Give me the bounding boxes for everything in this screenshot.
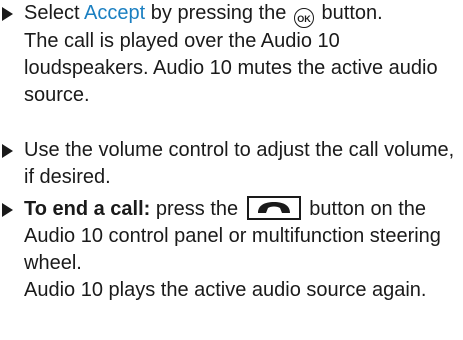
step-result-text: Audio 10 plays the active audio source a… [24,279,427,301]
bullet-arrow-icon [2,7,13,21]
step-accept-call: Select Accept by pressing the OK button.… [0,0,460,109]
manual-page: Select Accept by pressing the OK button.… [0,0,463,340]
step-end-call: To end a call: press the button on the A… [0,196,460,304]
step-text: Use the volume control to adjust the cal… [24,139,455,188]
step-text-pre: press the [150,198,244,220]
step-text-mid: by pressing the [145,2,292,24]
step-text: Select Accept by pressing the OK button.… [24,0,460,109]
step-text-pre: Select [24,2,85,24]
step-text: To end a call: press the button on the A… [24,196,460,304]
ok-button-icon: OK [293,8,314,28]
bullet-arrow-icon [2,144,13,158]
step-result-text: The call is played over the Audio 10 lou… [24,30,438,106]
step-heading: To end a call: [24,198,151,220]
step-text-post: button. [315,2,383,24]
end-call-phone-icon [246,196,301,220]
step-volume: Use the volume control to adjust the cal… [0,137,460,191]
accept-label: Accept [84,2,146,24]
bullet-arrow-icon [2,203,13,217]
